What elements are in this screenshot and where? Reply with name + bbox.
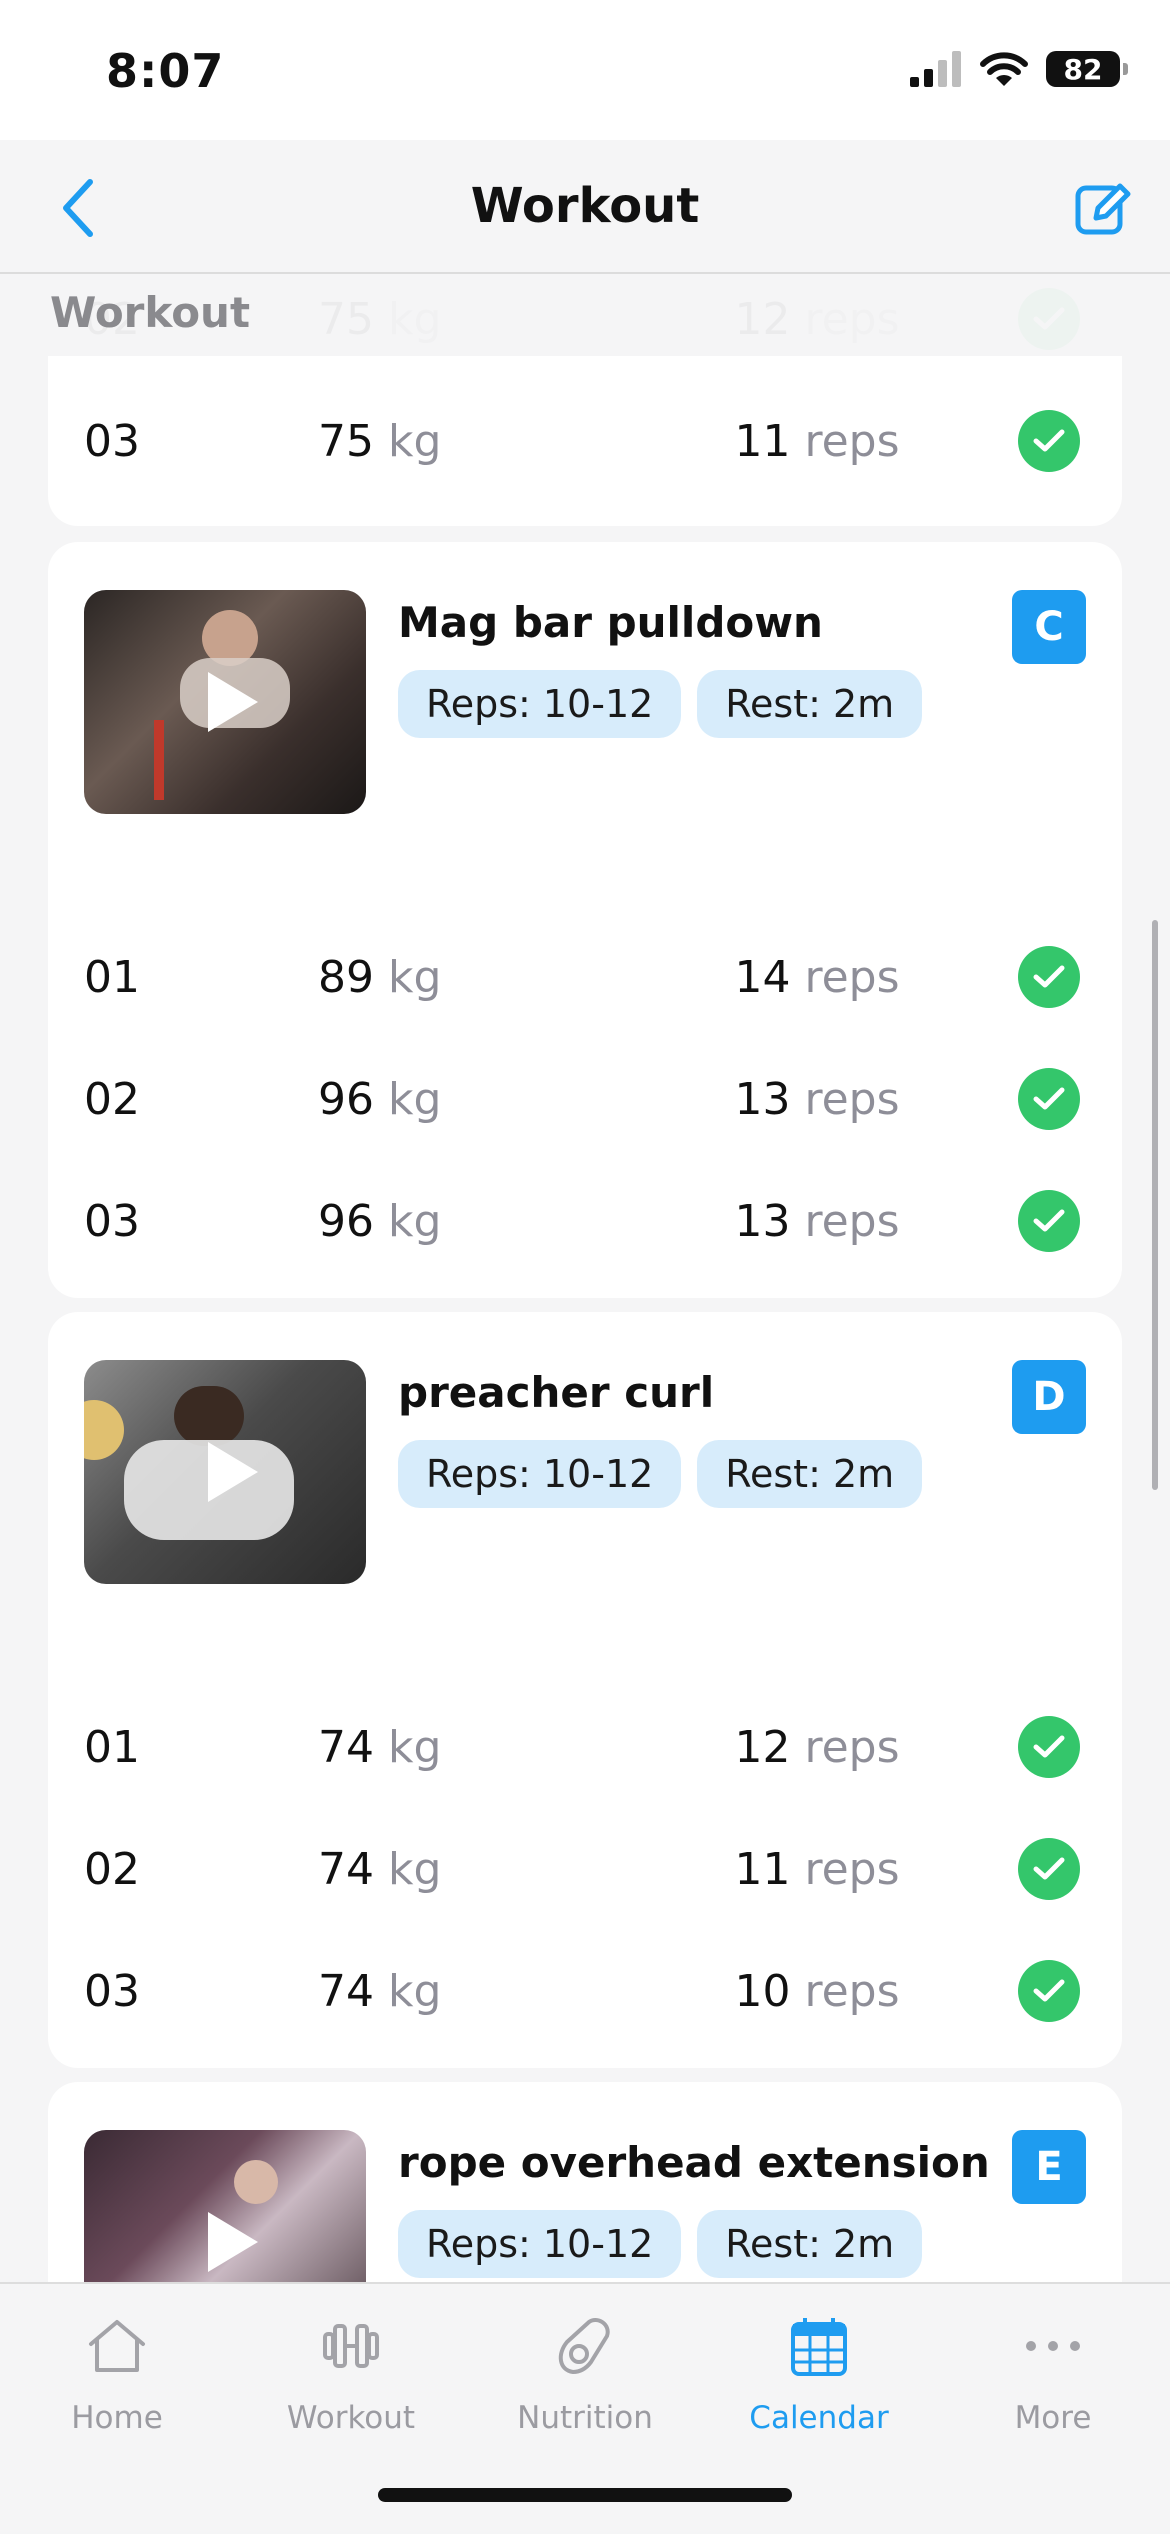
- exercise-video-thumbnail[interactable]: [84, 2130, 366, 2282]
- play-icon: [208, 1442, 258, 1502]
- exercise-chips: Reps: 10-12 Rest: 2m: [398, 670, 923, 738]
- avocado-icon: [468, 2310, 702, 2382]
- rest-chip: Rest: 2m: [697, 2210, 923, 2278]
- set-weight: 96 kg: [318, 1074, 442, 1125]
- rest-chip: Rest: 2m: [697, 1440, 923, 1508]
- status-icons: 82: [910, 50, 1128, 88]
- exercise-name: rope overhead extension: [398, 2138, 990, 2187]
- exercise-header: preacher curl Reps: 10-12 Rest: 2m D: [84, 1360, 1086, 1584]
- check-icon[interactable]: [1018, 1190, 1080, 1252]
- status-bar: 8:07 82: [0, 0, 1170, 140]
- tab-workout[interactable]: Workout: [234, 2310, 468, 2450]
- tab-label: Workout: [286, 2400, 416, 2436]
- set-weight: 74 kg: [318, 1722, 442, 1773]
- set-reps: 13 reps: [734, 1196, 900, 1247]
- reps-chip: Reps: 10-12: [398, 2210, 682, 2278]
- tab-home[interactable]: Home: [0, 2310, 234, 2450]
- page-title: Workout: [470, 178, 700, 234]
- battery-indicator: 82: [1046, 51, 1128, 87]
- tab-label: Home: [71, 2400, 163, 2436]
- home-indicator[interactable]: [378, 2488, 792, 2502]
- exercise-video-thumbnail[interactable]: [84, 1360, 366, 1584]
- workout-scroll[interactable]: Workout 02 75 kg 12 reps 03 75 kg 11 rep…: [0, 274, 1170, 2282]
- set-row: 02 96 kg 13 reps: [48, 1038, 1122, 1160]
- reps-chip: Reps: 10-12: [398, 670, 682, 738]
- exercise-card[interactable]: preacher curl Reps: 10-12 Rest: 2m D 01 …: [48, 1312, 1122, 2068]
- tab-more[interactable]: More: [936, 2310, 1170, 2450]
- set-row: 03 74 kg 10 reps: [48, 1930, 1122, 2052]
- section-header-label: Workout: [50, 288, 251, 337]
- check-icon[interactable]: [1018, 1068, 1080, 1130]
- set-reps: 14 reps: [734, 952, 900, 1003]
- tab-label: Calendar: [749, 2400, 889, 2436]
- exercise-chips: Reps: 10-12 Rest: 2m: [398, 2210, 923, 2278]
- tab-nutrition[interactable]: Nutrition: [468, 2310, 702, 2450]
- set-row: 01 89 kg 14 reps: [48, 916, 1122, 1038]
- edit-button[interactable]: [1062, 168, 1142, 248]
- superset-letter-badge: E: [1012, 2130, 1086, 2204]
- check-icon[interactable]: [1018, 1838, 1080, 1900]
- wifi-icon: [980, 52, 1028, 86]
- set-row: 02 74 kg 11 reps: [48, 1808, 1122, 1930]
- exercise-name: preacher curl: [398, 1368, 715, 1417]
- set-weight: 74 kg: [318, 1966, 442, 2017]
- set-row: 03 75 kg 11 reps: [48, 380, 1122, 502]
- set-number: 03: [84, 1196, 140, 1247]
- superset-letter-badge: D: [1012, 1360, 1086, 1434]
- set-number: 02: [84, 1074, 140, 1125]
- set-reps: 11 reps: [734, 1844, 900, 1895]
- tab-label: Nutrition: [517, 2400, 653, 2436]
- play-icon: [208, 672, 258, 732]
- set-row: 03 96 kg 13 reps: [48, 1160, 1122, 1282]
- exercise-video-thumbnail[interactable]: [84, 590, 366, 814]
- status-time: 8:07: [106, 44, 225, 98]
- reps-chip: Reps: 10-12: [398, 1440, 682, 1508]
- dumbbell-icon: [234, 2310, 468, 2382]
- home-icon: [0, 2310, 234, 2382]
- check-icon[interactable]: [1018, 1960, 1080, 2022]
- check-icon[interactable]: [1018, 410, 1080, 472]
- set-weight: 75 kg: [318, 416, 442, 467]
- signal-icon: [910, 51, 961, 87]
- set-reps: 12 reps: [734, 1722, 900, 1773]
- set-weight: 74 kg: [318, 1844, 442, 1895]
- set-reps: 10 reps: [734, 1966, 900, 2017]
- exercise-header: Mag bar pulldown Reps: 10-12 Rest: 2m C: [84, 590, 1086, 814]
- edit-icon: [1075, 183, 1131, 235]
- exercise-header: rope overhead extension Reps: 10-12 Rest…: [84, 2130, 1086, 2282]
- scrollbar[interactable]: [1152, 920, 1158, 1490]
- set-number: 03: [84, 416, 140, 467]
- set-number: 03: [84, 1966, 140, 2017]
- set-number: 01: [84, 952, 140, 1003]
- tab-label: More: [1014, 2400, 1092, 2436]
- set-number: 01: [84, 1722, 140, 1773]
- set-weight: 96 kg: [318, 1196, 442, 1247]
- rest-chip: Rest: 2m: [697, 670, 923, 738]
- calendar-icon: [702, 2310, 936, 2382]
- play-icon: [208, 2212, 258, 2272]
- check-icon[interactable]: [1018, 1716, 1080, 1778]
- set-number: 02: [84, 1844, 140, 1895]
- set-reps: 13 reps: [734, 1074, 900, 1125]
- more-icon: [936, 2310, 1170, 2382]
- check-icon[interactable]: [1018, 946, 1080, 1008]
- nav-bar: Workout: [0, 140, 1170, 274]
- exercise-chips: Reps: 10-12 Rest: 2m: [398, 1440, 923, 1508]
- tab-calendar[interactable]: Calendar: [702, 2310, 936, 2450]
- section-header: Workout: [0, 274, 1170, 356]
- set-row: 01 74 kg 12 reps: [48, 1686, 1122, 1808]
- superset-letter-badge: C: [1012, 590, 1086, 664]
- set-weight: 89 kg: [318, 952, 442, 1003]
- set-reps: 11 reps: [734, 416, 900, 467]
- exercise-name: Mag bar pulldown: [398, 598, 823, 647]
- exercise-card[interactable]: rope overhead extension Reps: 10-12 Rest…: [48, 2082, 1122, 2282]
- exercise-card[interactable]: Mag bar pulldown Reps: 10-12 Rest: 2m C …: [48, 542, 1122, 1298]
